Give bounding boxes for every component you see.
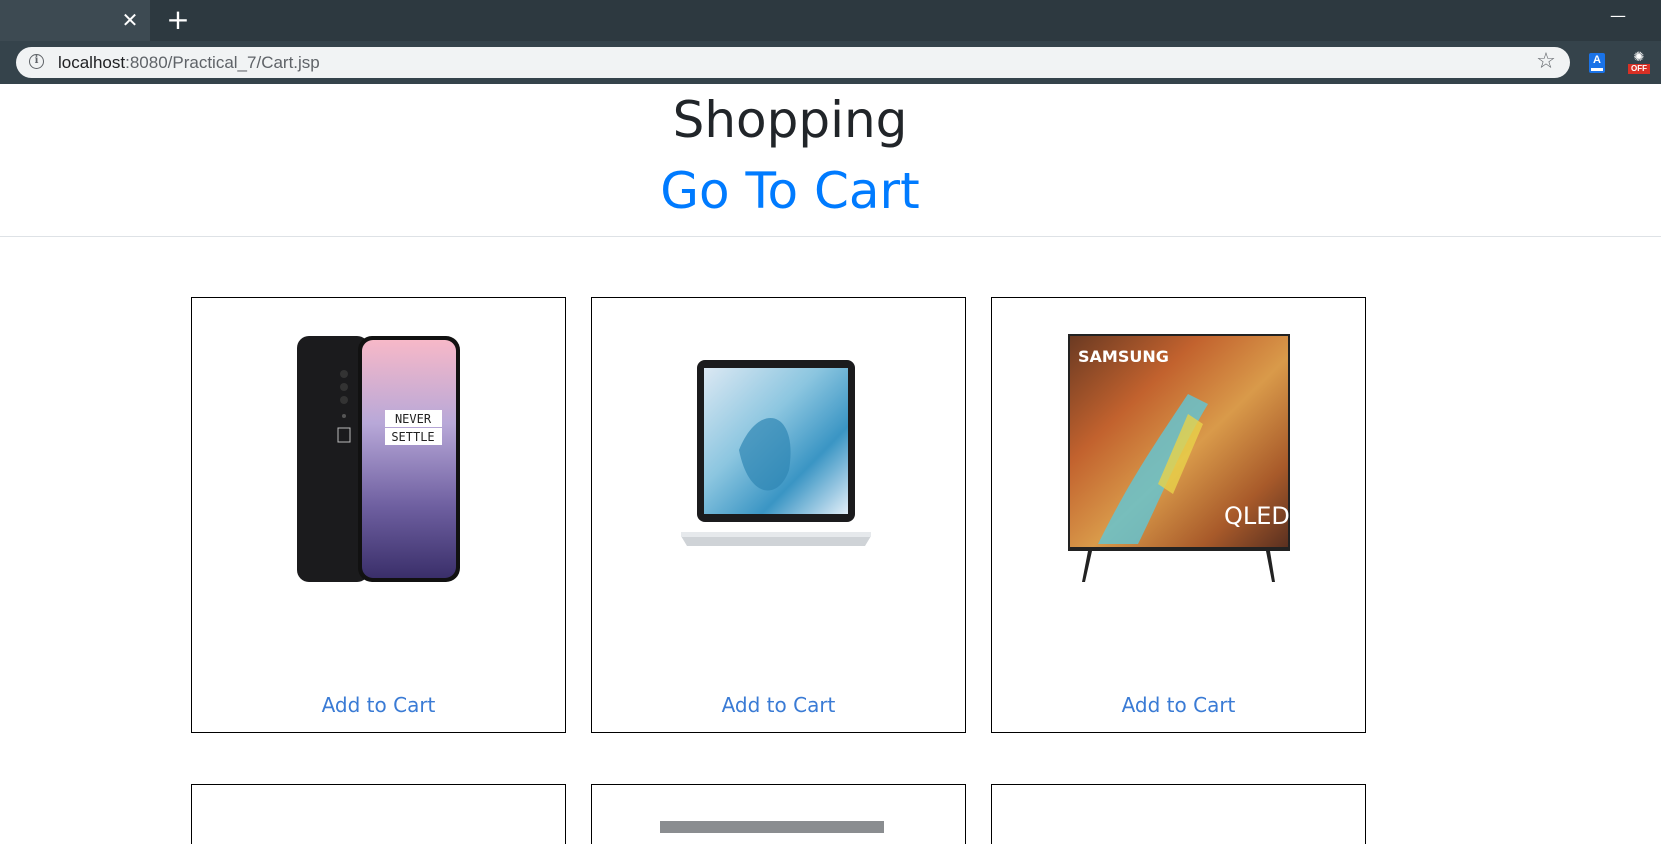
url-text[interactable]: localhost:8080/Practical_7/Cart.jsp [58,53,320,73]
product-card [191,784,566,844]
product-card: Add to Cart [591,297,966,733]
address-bar[interactable]: i localhost:8080/Practical_7/Cart.jsp ☆ [16,47,1570,78]
url-path: :8080/Practical_7/Cart.jsp [125,53,320,72]
tv-model-text: QLED [1224,502,1290,530]
plus-icon[interactable]: + [165,6,191,34]
laptop-image [680,360,871,546]
browser-tab[interactable]: ✕ [0,0,150,41]
phone-image-text-settle: SETTLE [391,430,434,444]
extension-off-icon[interactable]: ✺ OFF [1628,51,1650,75]
page-title: Shopping [672,91,908,149]
close-icon[interactable]: ✕ [118,8,142,32]
page-content: Shopping Go To Cart NEVER SETTLE Add to … [0,84,1661,844]
product-image [660,821,884,833]
url-host: localhost [58,53,126,72]
page-header: Shopping Go To Cart [0,84,1661,237]
tv-image: SAMSUNG QLED [1067,334,1290,582]
product-card [991,784,1366,844]
product-card: NEVER SETTLE Add to Cart [191,297,566,733]
burst-icon: ✺ [1633,50,1645,65]
product-card: SAMSUNG QLED Add to Cart [991,297,1366,733]
tab-strip: ✕ + — [0,0,1661,41]
info-icon[interactable]: i [29,54,44,69]
minimize-icon[interactable]: — [1604,4,1632,28]
extension-icon[interactable]: A [1589,53,1605,73]
add-to-cart-button[interactable]: Add to Cart [592,692,965,718]
off-badge: OFF [1628,64,1650,74]
add-to-cart-button[interactable]: Add to Cart [192,692,565,718]
product-card [591,784,966,844]
phone-image-text-never: NEVER [394,412,431,426]
tv-brand-text: SAMSUNG [1078,347,1169,366]
add-to-cart-button[interactable]: Add to Cart [992,692,1365,718]
go-to-cart-link[interactable]: Go To Cart [0,161,1580,221]
browser-toolbar: i localhost:8080/Practical_7/Cart.jsp ☆ … [0,41,1661,84]
phone-image: NEVER SETTLE [296,336,460,582]
star-icon[interactable]: ☆ [1534,50,1558,74]
